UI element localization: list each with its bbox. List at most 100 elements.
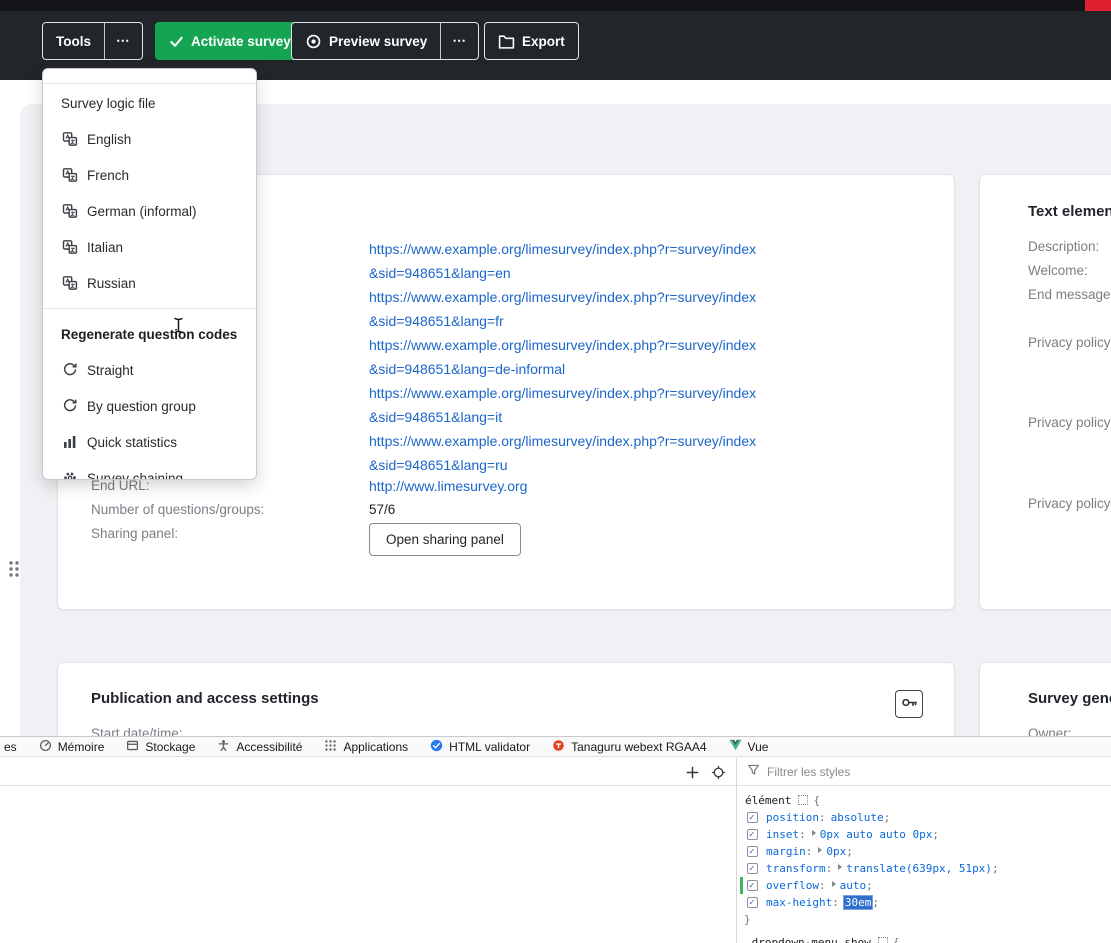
preview-survey-button[interactable]: Preview survey ⋯ <box>291 22 479 60</box>
grid-icon <box>324 739 337 755</box>
activate-survey-button[interactable]: Activate survey <box>155 22 305 60</box>
questions-count-label: Number of questions/groups: <box>91 502 264 517</box>
recording-indicator <box>1085 0 1111 11</box>
open-brace: { <box>893 936 900 943</box>
menu-item-language-russian[interactable]: Russian <box>43 265 256 301</box>
drag-handle[interactable] <box>8 560 20 583</box>
menu-item-language-french[interactable]: French <box>43 157 256 193</box>
menu-item-by-question-group[interactable]: By question group <box>43 388 256 424</box>
css-property-line: inset:0px auto auto 0px; <box>737 826 1111 843</box>
tools-button-label[interactable]: Tools <box>43 23 104 59</box>
devtools-tab-partial[interactable]: es <box>2 737 28 756</box>
menu-item-language-italian[interactable]: Italian <box>43 229 256 265</box>
survey-url-link[interactable]: https://www.example.org/limesurvey/index… <box>369 381 757 429</box>
css-value[interactable]: auto <box>840 879 867 892</box>
survey-url-link[interactable]: https://www.example.org/limesurvey/index… <box>369 285 757 333</box>
preview-more-button[interactable]: ⋯ <box>441 23 478 59</box>
text-element-label: Description: <box>1028 239 1099 254</box>
menu-item-quick-statistics[interactable]: Quick statistics <box>43 424 256 460</box>
devtools-tab-accessibility[interactable]: Accessibilité <box>206 737 313 756</box>
css-property-name[interactable]: transform <box>766 862 826 875</box>
css-property-line: max-height:30em; <box>737 894 1111 911</box>
devtools-tab-html-validator[interactable]: HTML validator <box>419 737 541 756</box>
menu-item-label: Survey logic file <box>61 96 156 111</box>
questions-count-value: 57/6 <box>369 502 395 517</box>
property-toggle-checkbox[interactable] <box>747 897 758 908</box>
devtools-tab-storage[interactable]: Stockage <box>115 737 206 756</box>
css-value[interactable]: 0px auto auto 0px <box>820 828 933 841</box>
devtools-tab-label: Vue <box>748 740 769 754</box>
grid-badge-icon[interactable] <box>878 937 888 943</box>
tools-button[interactable]: Tools ⋯ <box>42 22 143 60</box>
end-url-label: End URL: <box>91 478 150 493</box>
css-property-line: position:absolute; <box>737 809 1111 826</box>
property-toggle-checkbox[interactable] <box>747 880 758 891</box>
change-indicator-bar <box>740 877 743 894</box>
menu-item-survey-logic-file[interactable]: Survey logic file <box>43 85 256 121</box>
css-value-editing[interactable]: 30em <box>844 896 873 909</box>
export-button[interactable]: Export <box>484 22 579 60</box>
regenerate-icon <box>61 362 78 379</box>
tools-more-button[interactable]: ⋯ <box>105 23 142 59</box>
css-value[interactable]: translate(639px, 51px) <box>846 862 992 875</box>
menu-item-straight[interactable]: Straight <box>43 352 256 388</box>
close-brace: } <box>744 913 751 926</box>
css-property-name[interactable]: position <box>766 811 819 824</box>
add-node-button[interactable] <box>684 764 700 780</box>
menu-item-language-german-informal[interactable]: German (informal) <box>43 193 256 229</box>
survey-url-link[interactable]: https://www.example.org/limesurvey/index… <box>369 333 757 381</box>
expand-arrow-icon[interactable] <box>818 847 822 853</box>
end-url-link[interactable]: http://www.limesurvey.org <box>369 478 527 494</box>
css-selector[interactable]: .dropdown-menu.show <box>745 936 871 943</box>
text-element-label: Privacy policy label: <box>1028 496 1111 511</box>
devtools-tab-vue[interactable]: Vue <box>718 737 780 756</box>
eye-icon <box>305 33 322 50</box>
language-icon <box>61 203 78 220</box>
css-property-name[interactable]: overflow <box>766 879 819 892</box>
inspector-rules-pane: élément { position:absolute; inset:0px au… <box>737 758 1111 943</box>
crosshair-icon <box>711 765 726 780</box>
css-property-name[interactable]: margin <box>766 845 806 858</box>
vue-icon <box>729 739 742 754</box>
menu-item-label: Russian <box>87 276 136 291</box>
property-toggle-checkbox[interactable] <box>747 812 758 823</box>
open-sharing-panel-button[interactable]: Open sharing panel <box>369 523 521 556</box>
menu-item-survey-chaining[interactable]: Survey chaining <box>43 460 256 480</box>
text-element-label: End message: <box>1028 287 1111 302</box>
survey-url-link[interactable]: https://www.example.org/limesurvey/index… <box>369 237 757 285</box>
expand-arrow-icon[interactable] <box>838 864 842 870</box>
export-label: Export <box>522 34 565 49</box>
devtools-tab-label: Tanaguru webext RGAA4 <box>571 740 706 754</box>
menu-divider <box>43 83 256 84</box>
property-toggle-checkbox[interactable] <box>747 846 758 857</box>
node-picker-button[interactable] <box>710 764 726 780</box>
inspector-markup-pane <box>0 758 737 943</box>
devtools-tab-label: Applications <box>343 740 408 754</box>
expand-arrow-icon[interactable] <box>832 881 836 887</box>
check-circle-icon <box>430 739 443 755</box>
grid-badge-icon[interactable] <box>798 795 808 805</box>
css-property-name[interactable]: max-height <box>766 896 832 909</box>
devtools-tab-tanaguru[interactable]: Tanaguru webext RGAA4 <box>541 737 717 756</box>
menu-item-language-english[interactable]: English <box>43 121 256 157</box>
css-value[interactable]: 0px <box>826 845 846 858</box>
styles-filter-input[interactable] <box>767 765 1101 779</box>
css-selector[interactable]: élément <box>745 794 791 807</box>
devtools-tab-memory[interactable]: Mémoire <box>28 737 116 756</box>
devtools-tab-applications[interactable]: Applications <box>313 737 419 756</box>
access-settings-key-button[interactable] <box>895 690 923 718</box>
card-title: Publication and access settings <box>91 690 319 707</box>
property-toggle-checkbox[interactable] <box>747 863 758 874</box>
survey-url-link[interactable]: https://www.example.org/limesurvey/index… <box>369 429 757 477</box>
menu-item-label: English <box>87 132 131 147</box>
regenerate-icon <box>61 398 78 415</box>
css-property-name[interactable]: inset <box>766 828 799 841</box>
text-cursor-pointer <box>173 317 184 339</box>
menu-item-label: Italian <box>87 240 123 255</box>
property-toggle-checkbox[interactable] <box>747 829 758 840</box>
css-rules-view: élément { position:absolute; inset:0px au… <box>737 786 1111 943</box>
card-title: Survey general settings <box>1028 690 1111 707</box>
css-value[interactable]: absolute <box>831 811 884 824</box>
css-rule-selector-line: .dropdown-menu.show { <box>737 934 1111 943</box>
expand-arrow-icon[interactable] <box>812 830 816 836</box>
